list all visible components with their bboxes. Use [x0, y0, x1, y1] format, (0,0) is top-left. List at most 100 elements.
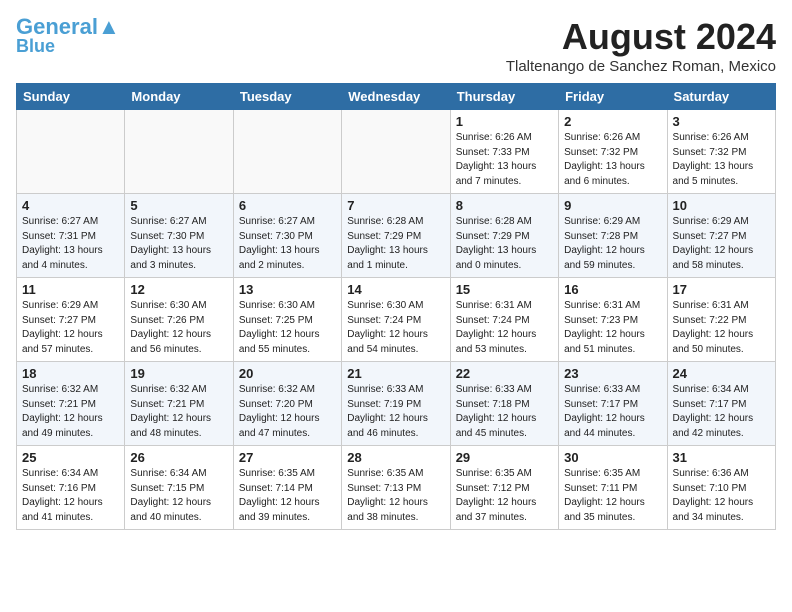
day-info: Sunrise: 6:26 AMSunset: 7:32 PMDaylight:… — [564, 131, 661, 189]
day-number: 20 — [239, 366, 336, 381]
day-number: 14 — [347, 282, 444, 297]
logo: General▲ Blue — [16, 16, 120, 57]
week-row-2: 4 Sunrise: 6:27 AMSunset: 7:31 PMDaylight… — [17, 194, 776, 278]
calendar-cell: 5 Sunrise: 6:27 AMSunset: 7:30 PMDaylight… — [125, 194, 233, 278]
day-info: Sunrise: 6:27 AMSunset: 7:30 PMDaylight:… — [130, 215, 227, 273]
location: Tlaltenango de Sanchez Roman, Mexico — [506, 58, 776, 75]
header-sunday: Sunday — [17, 84, 125, 110]
day-number: 5 — [130, 198, 227, 213]
day-info: Sunrise: 6:31 AMSunset: 7:22 PMDaylight:… — [673, 299, 770, 357]
calendar-cell: 19Sunrise: 6:32 AMSunset: 7:21 PMDayligh… — [125, 362, 233, 446]
day-info: Sunrise: 6:34 AMSunset: 7:17 PMDaylight:… — [673, 383, 770, 441]
day-number: 27 — [239, 450, 336, 465]
day-info: Sunrise: 6:32 AMSunset: 7:21 PMDaylight:… — [22, 383, 119, 441]
day-number: 24 — [673, 366, 770, 381]
calendar-cell — [342, 110, 450, 194]
week-row-4: 18Sunrise: 6:32 AMSunset: 7:21 PMDayligh… — [17, 362, 776, 446]
day-number: 17 — [673, 282, 770, 297]
day-info: Sunrise: 6:35 AMSunset: 7:14 PMDaylight:… — [239, 467, 336, 525]
header-monday: Monday — [125, 84, 233, 110]
calendar-header-row: SundayMondayTuesdayWednesdayThursdayFrid… — [17, 84, 776, 110]
day-number: 15 — [456, 282, 553, 297]
calendar-cell: 7Sunrise: 6:28 AMSunset: 7:29 PMDaylight… — [342, 194, 450, 278]
calendar-cell — [233, 110, 341, 194]
calendar-cell: 13 Sunrise: 6:30 AMSunset: 7:25 PMDayligh… — [233, 278, 341, 362]
calendar-cell: 8 Sunrise: 6:28 AMSunset: 7:29 PMDaylight… — [450, 194, 558, 278]
day-number: 9 — [564, 198, 661, 213]
calendar-cell: 26 Sunrise: 6:34 AMSunset: 7:15 PMDayligh… — [125, 446, 233, 530]
calendar-cell: 22Sunrise: 6:33 AMSunset: 7:18 PMDayligh… — [450, 362, 558, 446]
day-info: Sunrise: 6:27 AMSunset: 7:30 PMDaylight:… — [239, 215, 336, 273]
calendar-cell: 25 Sunrise: 6:34 AMSunset: 7:16 PMDayligh… — [17, 446, 125, 530]
header-tuesday: Tuesday — [233, 84, 341, 110]
calendar-cell: 10 Sunrise: 6:29 AMSunset: 7:27 PMDayligh… — [667, 194, 775, 278]
calendar-cell: 30 Sunrise: 6:35 AMSunset: 7:11 PMDayligh… — [559, 446, 667, 530]
calendar-cell: 28Sunrise: 6:35 AMSunset: 7:13 PMDayligh… — [342, 446, 450, 530]
week-row-1: 1 Sunrise: 6:26 AMSunset: 7:33 PMDaylight… — [17, 110, 776, 194]
day-number: 28 — [347, 450, 444, 465]
day-info: Sunrise: 6:28 AMSunset: 7:29 PMDaylight:… — [347, 215, 444, 273]
calendar-cell: 27 Sunrise: 6:35 AMSunset: 7:14 PMDayligh… — [233, 446, 341, 530]
day-number: 29 — [456, 450, 553, 465]
day-number: 16 — [564, 282, 661, 297]
day-info: Sunrise: 6:34 AMSunset: 7:16 PMDaylight:… — [22, 467, 119, 525]
calendar-cell: 16Sunrise: 6:31 AMSunset: 7:23 PMDayligh… — [559, 278, 667, 362]
day-info: Sunrise: 6:30 AMSunset: 7:26 PMDaylight:… — [130, 299, 227, 357]
week-row-5: 25 Sunrise: 6:34 AMSunset: 7:16 PMDayligh… — [17, 446, 776, 530]
calendar-cell: 20 Sunrise: 6:32 AMSunset: 7:20 PMDayligh… — [233, 362, 341, 446]
calendar-cell: 12Sunrise: 6:30 AMSunset: 7:26 PMDayligh… — [125, 278, 233, 362]
day-info: Sunrise: 6:30 AMSunset: 7:25 PMDaylight:… — [239, 299, 336, 357]
title-area: August 2024 Tlaltenango de Sanchez Roman… — [506, 16, 776, 75]
calendar-cell: 17 Sunrise: 6:31 AMSunset: 7:22 PMDayligh… — [667, 278, 775, 362]
calendar-cell: 23Sunrise: 6:33 AMSunset: 7:17 PMDayligh… — [559, 362, 667, 446]
day-number: 4 — [22, 198, 119, 213]
day-number: 26 — [130, 450, 227, 465]
day-number: 11 — [22, 282, 119, 297]
calendar-body: 1 Sunrise: 6:26 AMSunset: 7:33 PMDaylight… — [17, 110, 776, 530]
day-info: Sunrise: 6:29 AMSunset: 7:27 PMDaylight:… — [22, 299, 119, 357]
day-info: Sunrise: 6:31 AMSunset: 7:24 PMDaylight:… — [456, 299, 553, 357]
logo-blue-text: Blue — [16, 36, 55, 57]
calendar-cell: 3 Sunrise: 6:26 AMSunset: 7:32 PMDaylight… — [667, 110, 775, 194]
header-wednesday: Wednesday — [342, 84, 450, 110]
calendar-cell: 29Sunrise: 6:35 AMSunset: 7:12 PMDayligh… — [450, 446, 558, 530]
day-info: Sunrise: 6:34 AMSunset: 7:15 PMDaylight:… — [130, 467, 227, 525]
header-saturday: Saturday — [667, 84, 775, 110]
day-number: 10 — [673, 198, 770, 213]
header-friday: Friday — [559, 84, 667, 110]
calendar-cell: 1 Sunrise: 6:26 AMSunset: 7:33 PMDaylight… — [450, 110, 558, 194]
day-info: Sunrise: 6:33 AMSunset: 7:19 PMDaylight:… — [347, 383, 444, 441]
calendar-cell: 2 Sunrise: 6:26 AMSunset: 7:32 PMDaylight… — [559, 110, 667, 194]
day-info: Sunrise: 6:29 AMSunset: 7:27 PMDaylight:… — [673, 215, 770, 273]
day-number: 8 — [456, 198, 553, 213]
day-info: Sunrise: 6:36 AMSunset: 7:10 PMDaylight:… — [673, 467, 770, 525]
calendar-cell — [125, 110, 233, 194]
calendar-cell: 15 Sunrise: 6:31 AMSunset: 7:24 PMDayligh… — [450, 278, 558, 362]
calendar-cell: 11 Sunrise: 6:29 AMSunset: 7:27 PMDayligh… — [17, 278, 125, 362]
week-row-3: 11 Sunrise: 6:29 AMSunset: 7:27 PMDayligh… — [17, 278, 776, 362]
day-info: Sunrise: 6:26 AMSunset: 7:33 PMDaylight:… — [456, 131, 553, 189]
calendar-cell: 18Sunrise: 6:32 AMSunset: 7:21 PMDayligh… — [17, 362, 125, 446]
month-year: August 2024 — [506, 16, 776, 58]
calendar-cell: 4 Sunrise: 6:27 AMSunset: 7:31 PMDaylight… — [17, 194, 125, 278]
logo-blue: ▲ — [98, 14, 120, 39]
day-info: Sunrise: 6:35 AMSunset: 7:11 PMDaylight:… — [564, 467, 661, 525]
day-number: 3 — [673, 114, 770, 129]
calendar-cell — [17, 110, 125, 194]
day-number: 25 — [22, 450, 119, 465]
day-number: 1 — [456, 114, 553, 129]
day-info: Sunrise: 6:32 AMSunset: 7:20 PMDaylight:… — [239, 383, 336, 441]
day-info: Sunrise: 6:30 AMSunset: 7:24 PMDaylight:… — [347, 299, 444, 357]
day-number: 13 — [239, 282, 336, 297]
day-number: 30 — [564, 450, 661, 465]
calendar-cell: 24 Sunrise: 6:34 AMSunset: 7:17 PMDayligh… — [667, 362, 775, 446]
day-info: Sunrise: 6:26 AMSunset: 7:32 PMDaylight:… — [673, 131, 770, 189]
day-info: Sunrise: 6:27 AMSunset: 7:31 PMDaylight:… — [22, 215, 119, 273]
day-number: 22 — [456, 366, 553, 381]
calendar-cell: 6 Sunrise: 6:27 AMSunset: 7:30 PMDaylight… — [233, 194, 341, 278]
day-info: Sunrise: 6:28 AMSunset: 7:29 PMDaylight:… — [456, 215, 553, 273]
day-info: Sunrise: 6:29 AMSunset: 7:28 PMDaylight:… — [564, 215, 661, 273]
day-number: 2 — [564, 114, 661, 129]
day-number: 6 — [239, 198, 336, 213]
calendar-cell: 9 Sunrise: 6:29 AMSunset: 7:28 PMDaylight… — [559, 194, 667, 278]
